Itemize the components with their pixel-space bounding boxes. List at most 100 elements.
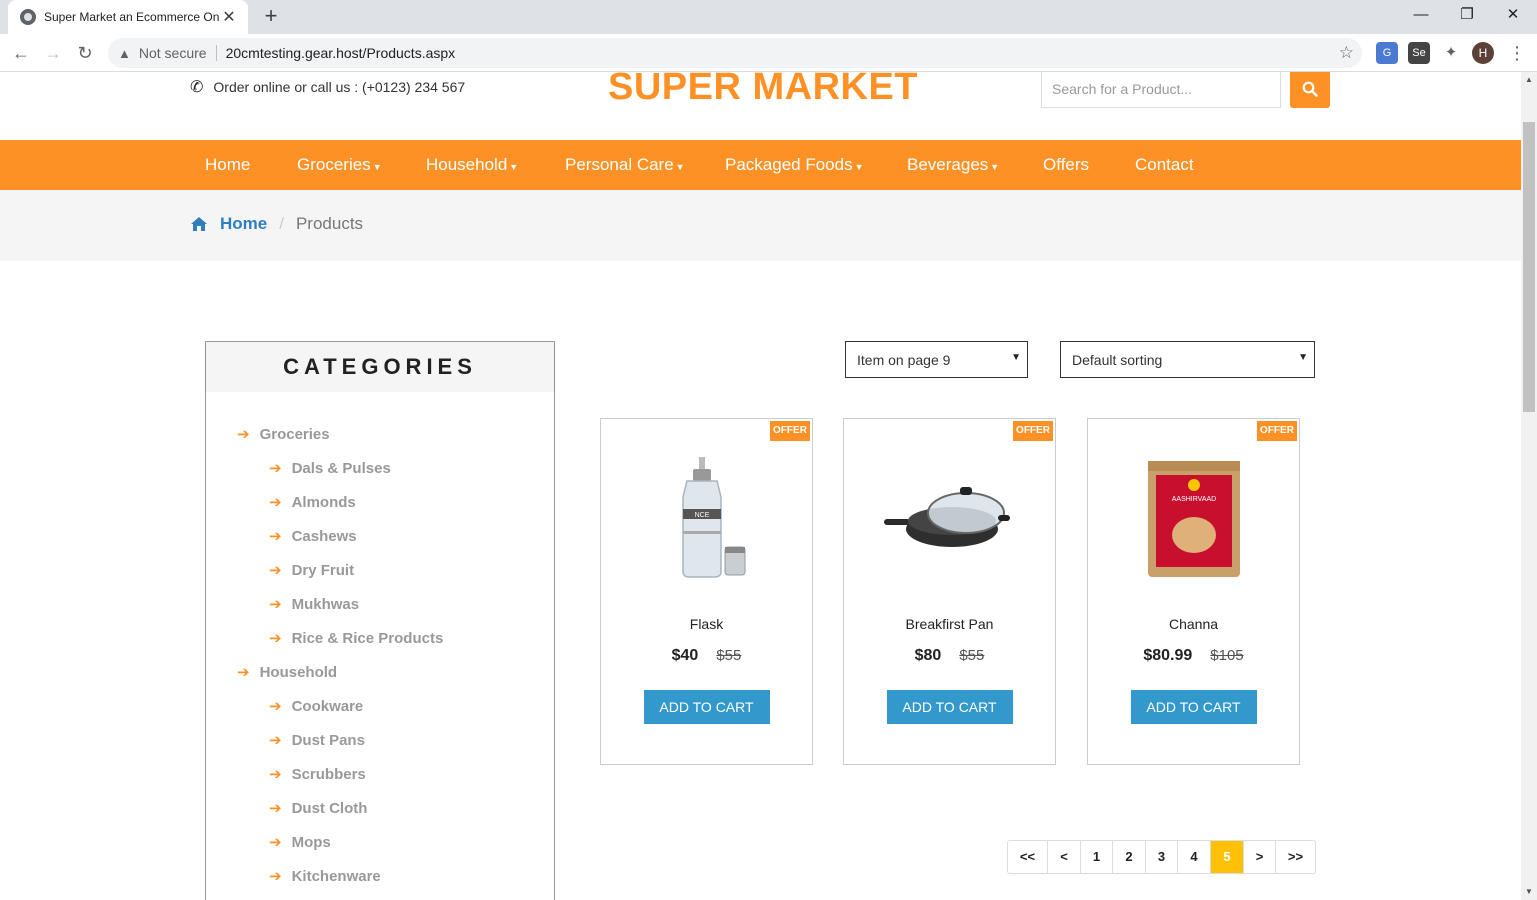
scroll-down-icon[interactable]: ▼	[1521, 884, 1537, 900]
breadcrumb-separator: /	[279, 214, 284, 233]
arrow-right-icon: ➔	[269, 596, 282, 613]
page-5-active[interactable]: 5	[1210, 841, 1243, 873]
browser-menu-icon[interactable]: ⋮	[1508, 40, 1526, 66]
nav-label: Personal Care	[565, 155, 674, 174]
nav-label: Packaged Foods	[725, 155, 853, 174]
page-next[interactable]: >	[1243, 841, 1275, 873]
svg-text:AASHIRVAAD: AASHIRVAAD	[1171, 496, 1215, 503]
product-name[interactable]: Channa	[1088, 616, 1299, 632]
arrow-right-icon: ➔	[269, 766, 282, 783]
breadcrumb-current: Products	[295, 214, 364, 233]
arrow-right-icon: ➔	[269, 732, 282, 749]
category-item[interactable]: ➔ Scrubbers	[206, 758, 554, 792]
caret-down-icon: ▼	[372, 162, 382, 172]
product-card-flask: OFFER NCE Flask $40 $55 ADD TO CART	[600, 418, 813, 765]
arrow-right-icon: ➔	[269, 460, 282, 477]
chevron-down-icon: ▼	[1011, 352, 1021, 363]
new-tab-button[interactable]: +	[258, 4, 284, 30]
browser-tab[interactable]: Super Market an Ecommerce Onl ✕	[8, 0, 248, 34]
caret-down-icon: ▼	[509, 162, 519, 172]
product-name[interactable]: Breakfirst Pan	[844, 616, 1055, 632]
nav-item-groceries[interactable]: Groceries ▼	[297, 140, 382, 190]
category-item[interactable]: ➔ Cookware	[206, 690, 554, 724]
flask-product-image[interactable]: NCE	[637, 453, 777, 583]
profile-avatar[interactable]: H	[1472, 42, 1494, 64]
caret-down-icon: ▼	[854, 162, 864, 172]
nav-item-beverages[interactable]: Beverages ▼	[907, 140, 999, 190]
category-label: Rice & Rice Products	[291, 630, 444, 647]
category-label: Mukhwas	[291, 596, 360, 613]
page-prev[interactable]: <	[1047, 841, 1080, 873]
nav-label: Home	[205, 155, 251, 174]
close-tab-icon[interactable]: ✕	[220, 7, 238, 27]
extensions-puzzle-icon[interactable]: ✦	[1440, 42, 1462, 64]
category-item[interactable]: ➔ Dry Fruit	[206, 554, 554, 588]
forward-icon[interactable]: →	[40, 40, 66, 66]
nav-item-household[interactable]: Household ▼	[426, 140, 518, 190]
home-icon	[191, 217, 207, 231]
page-first[interactable]: <<	[1008, 841, 1047, 873]
category-item[interactable]: ➔ Dals & Pulses	[206, 452, 554, 486]
breadcrumb: Home / Products	[190, 214, 363, 234]
nav-item-packaged-foods[interactable]: Packaged Foods ▼	[725, 140, 864, 190]
arrow-right-icon: ➔	[269, 834, 282, 851]
close-window-button[interactable]: ✕	[1490, 0, 1536, 30]
caret-down-icon: ▼	[990, 162, 1000, 172]
product-name[interactable]: Flask	[601, 616, 812, 632]
reload-icon[interactable]: ↻	[72, 40, 98, 66]
translate-extension-icon[interactable]: G	[1376, 42, 1398, 64]
scrollbar-thumb[interactable]	[1523, 122, 1535, 412]
category-item[interactable]: ➔ Dust Pans	[206, 724, 554, 758]
nav-item-offers[interactable]: Offers	[1043, 140, 1089, 190]
page-scrollbar[interactable]: ▲ ▼	[1521, 72, 1537, 900]
url-text: 20cmtesting.gear.host/Products.aspx	[225, 45, 456, 61]
nav-item-personal-care[interactable]: Personal Care ▼	[565, 140, 685, 190]
category-item[interactable]: ➔ Cashews	[206, 520, 554, 554]
sorting-value: Default sorting	[1072, 351, 1163, 368]
category-item[interactable]: ➔ Kitchenware	[206, 860, 554, 894]
categories-panel: CATEGORIES ➔ Groceries ➔ Dals & Pulses ➔ Almo…	[205, 341, 555, 900]
category-item[interactable]: ➔ Mops	[206, 826, 554, 860]
breadcrumb-home-link[interactable]: Home	[220, 214, 267, 234]
bookmark-star-icon[interactable]: ☆	[1339, 43, 1354, 63]
category-item[interactable]: ➔ Household	[206, 656, 554, 690]
category-item[interactable]: ➔ Almonds	[206, 486, 554, 520]
page-3[interactable]: 3	[1145, 841, 1177, 873]
category-label: Dals & Pulses	[291, 460, 391, 477]
scroll-up-icon[interactable]: ▲	[1521, 72, 1537, 88]
arrow-right-icon: ➔	[237, 664, 250, 681]
security-label: Not secure	[138, 45, 207, 61]
add-to-cart-button[interactable]: ADD TO CART	[643, 690, 770, 724]
restore-button[interactable]: ❐	[1444, 0, 1490, 30]
add-to-cart-button[interactable]: ADD TO CART	[1130, 690, 1257, 724]
add-to-cart-button[interactable]: ADD TO CART	[886, 690, 1013, 724]
site-logo[interactable]: SUPER MARKET	[608, 72, 918, 109]
back-icon[interactable]: ←	[8, 40, 34, 66]
nav-item-home[interactable]: Home	[205, 140, 250, 190]
product-search-input[interactable]	[1041, 72, 1281, 108]
flour-bag-product-image[interactable]: AASHIRVAAD	[1124, 453, 1264, 583]
address-bar[interactable]: ▲ Not secure 20cmtesting.gear.host/Produ…	[108, 38, 1362, 68]
main-navigation: Home Groceries ▼ Household ▼ Personal Care…	[0, 140, 1521, 190]
product-prices: $40 $55	[601, 647, 812, 665]
page-4[interactable]: 4	[1177, 841, 1210, 873]
items-per-page-value: Item on page 9	[857, 351, 951, 368]
nav-item-contact[interactable]: Contact	[1135, 140, 1194, 190]
category-item[interactable]: ➔ Rice & Rice Products	[206, 622, 554, 656]
category-item[interactable]: ➔ Groceries	[206, 418, 554, 452]
category-item[interactable]: ➔ Mukhwas	[206, 588, 554, 622]
search-button[interactable]	[1290, 72, 1330, 108]
arrow-right-icon: ➔	[237, 426, 250, 443]
search-icon	[1302, 81, 1318, 97]
categories-title: CATEGORIES	[206, 342, 554, 392]
selenium-extension-icon[interactable]: Se	[1408, 42, 1430, 64]
category-item[interactable]: ➔ Dust Cloth	[206, 792, 554, 826]
minimize-button[interactable]: —	[1398, 0, 1444, 30]
sorting-select[interactable]: Default sorting ▼	[1060, 341, 1315, 378]
page-last[interactable]: >>	[1275, 841, 1315, 873]
page-2[interactable]: 2	[1112, 841, 1145, 873]
pan-product-image[interactable]	[880, 453, 1020, 583]
page-1[interactable]: 1	[1080, 841, 1112, 873]
phone-text: Order online or call us : (+0123) 234 56…	[213, 79, 466, 95]
items-per-page-select[interactable]: Item on page 9 ▼	[845, 341, 1028, 378]
